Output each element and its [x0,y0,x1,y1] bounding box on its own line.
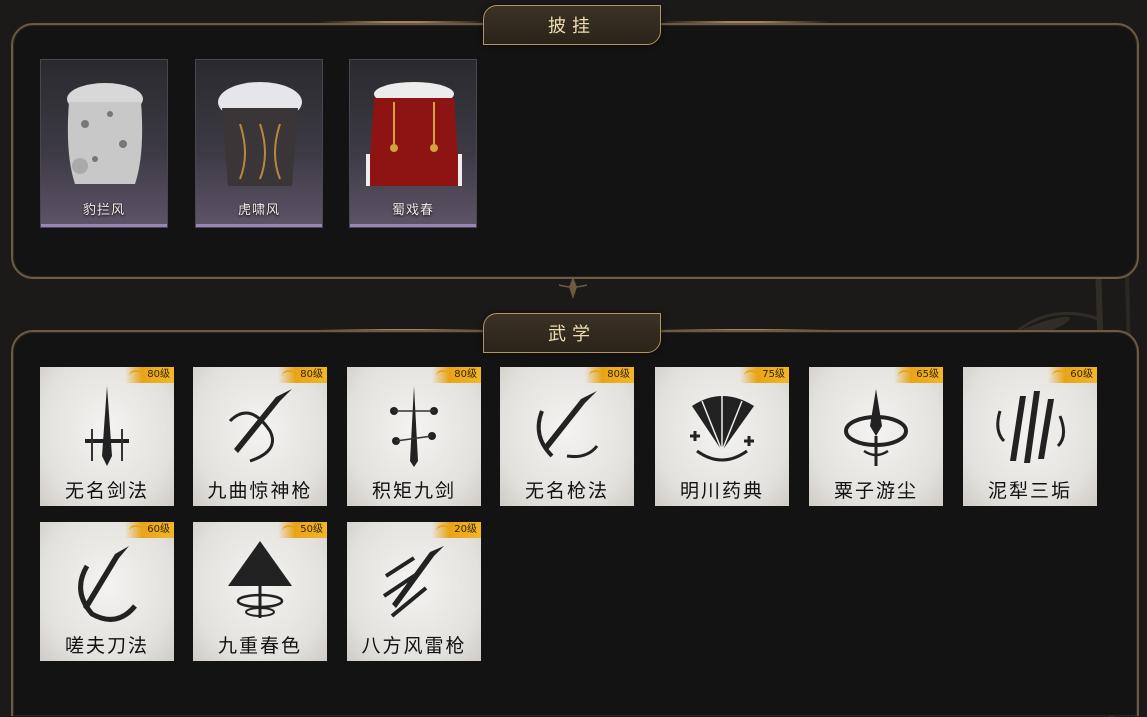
level-badge: 80级 [125,367,174,383]
fan-icon [690,393,754,462]
level-badge: 50级 [278,522,327,538]
level-badge: 60级 [1048,367,1097,383]
capes-section-title: 披挂 [483,5,661,45]
skill-card-7[interactable]: 60级 嗟夫刀法 [40,522,174,661]
skills-section-title: 武学 [483,313,661,353]
skill-name: 嗟夫刀法 [64,635,149,657]
wind-spear-icon [382,546,444,618]
tiger-cape-icon [218,82,302,186]
skill-card-5[interactable]: 65级 粟子游尘 [809,367,943,506]
skill-name: 八方风雷枪 [361,635,467,657]
skill-card-8[interactable]: 50级 九重春色 [193,522,327,661]
skill-card-1[interactable]: 80级 九曲惊神枪 [193,367,327,506]
skill-name: 明川药典 [679,480,764,502]
skill-name: 无名枪法 [524,480,609,502]
skill-card-3[interactable]: 80级 无名枪法 [500,367,634,506]
level-badge: 75级 [740,367,789,383]
skill-card-4[interactable]: 75级 明川药典 [655,367,789,506]
level-badge: 65级 [894,367,943,383]
skill-card-6[interactable]: 60级 泥犁三垢 [963,367,1097,506]
skill-name: 九曲惊神枪 [207,480,313,502]
cape-card-0[interactable]: 豹拦风 [40,59,168,228]
level-badge: 80级 [432,367,481,383]
snow-leopard-cape-icon [67,83,143,184]
sword-icon [85,386,129,466]
cape-card-2[interactable]: 蜀戏春 [349,59,477,228]
constellation-sword-icon [390,386,438,467]
skill-name: 粟子游尘 [833,480,918,502]
level-badge: 80级 [585,367,634,383]
skill-card-9[interactable]: 20级 八方风雷枪 [347,522,481,661]
cape-card-1[interactable]: 虎啸风 [195,59,323,228]
skill-name: 积矩九剑 [371,480,456,502]
level-badge: 80级 [278,367,327,383]
blade-circle-icon [78,546,137,622]
skill-name: 泥犁三垢 [987,480,1072,502]
divider-ornament [558,277,588,299]
level-badge: 20级 [432,522,481,538]
spear-crescent-icon [536,391,599,458]
triple-blade-icon [996,391,1065,463]
skill-name: 九重春色 [217,635,302,657]
swirl-blade-icon [844,389,908,466]
umbrella-icon [228,541,292,618]
skill-card-0[interactable]: 80级 无名剑法 [40,367,174,506]
capes-panel [11,23,1139,279]
cape-name: 豹拦风 [82,203,125,218]
cape-name: 蜀戏春 [391,203,434,218]
red-opera-cape-icon [366,82,462,186]
cape-name: 虎啸风 [237,203,280,218]
skill-name: 无名剑法 [64,480,149,502]
spear-swirl-icon [228,389,292,463]
skill-card-2[interactable]: 80级 积矩九剑 [347,367,481,506]
level-badge: 60级 [125,522,174,538]
